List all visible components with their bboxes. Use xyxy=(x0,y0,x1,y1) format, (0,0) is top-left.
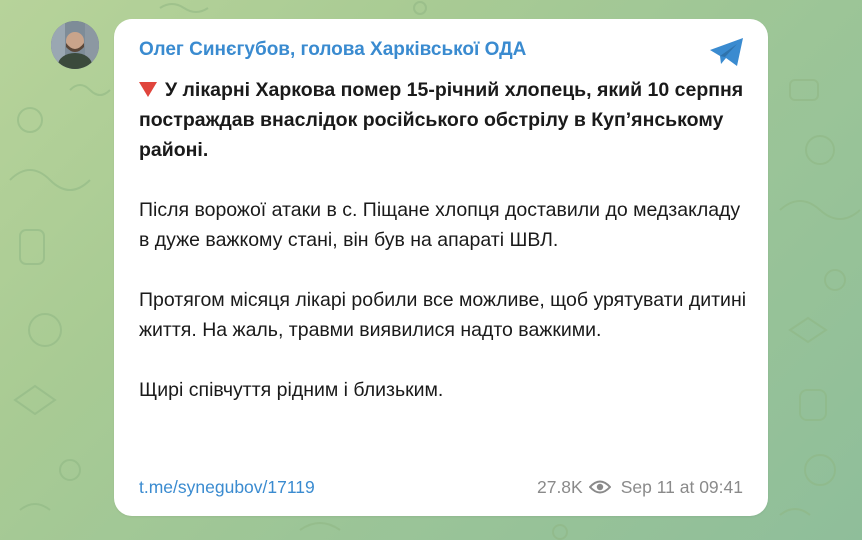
post-timestamp: Sep 11 at 09:41 xyxy=(620,476,743,497)
telegram-icon[interactable] xyxy=(708,37,746,67)
message-body: У лікарні Харкова помер 15-річний хлопец… xyxy=(139,75,754,435)
eye-icon xyxy=(588,480,611,494)
post-link[interactable]: t.me/synegubov/17119 xyxy=(139,477,315,498)
post-paragraph: Щирі співчуття рідним і близьким. xyxy=(139,379,444,401)
post-paragraph: Протягом місяця лікарі робили все можлив… xyxy=(139,289,747,341)
message-card: Олег Синєгубов, голова Харківської ОДА У… xyxy=(114,19,768,516)
post-headline: У лікарні Харкова помер 15-річний хлопец… xyxy=(139,75,754,165)
post-paragraph: Після ворожої атаки в с. Піщане хлопця д… xyxy=(139,199,741,251)
avatar-photo-icon xyxy=(51,21,99,69)
channel-avatar[interactable] xyxy=(51,21,99,69)
post-headline-text: У лікарні Харкова помер 15-річний хлопец… xyxy=(139,79,744,161)
message-footer: t.me/synegubov/17119 27.8K Sep 11 at 09:… xyxy=(139,475,743,499)
view-count: 27.8K xyxy=(536,476,583,497)
red-triangle-down-icon xyxy=(139,82,157,97)
post-meta: 27.8K Sep 11 at 09:41 xyxy=(537,477,743,498)
channel-name[interactable]: Олег Синєгубов, голова Харківської ОДА xyxy=(139,39,526,61)
